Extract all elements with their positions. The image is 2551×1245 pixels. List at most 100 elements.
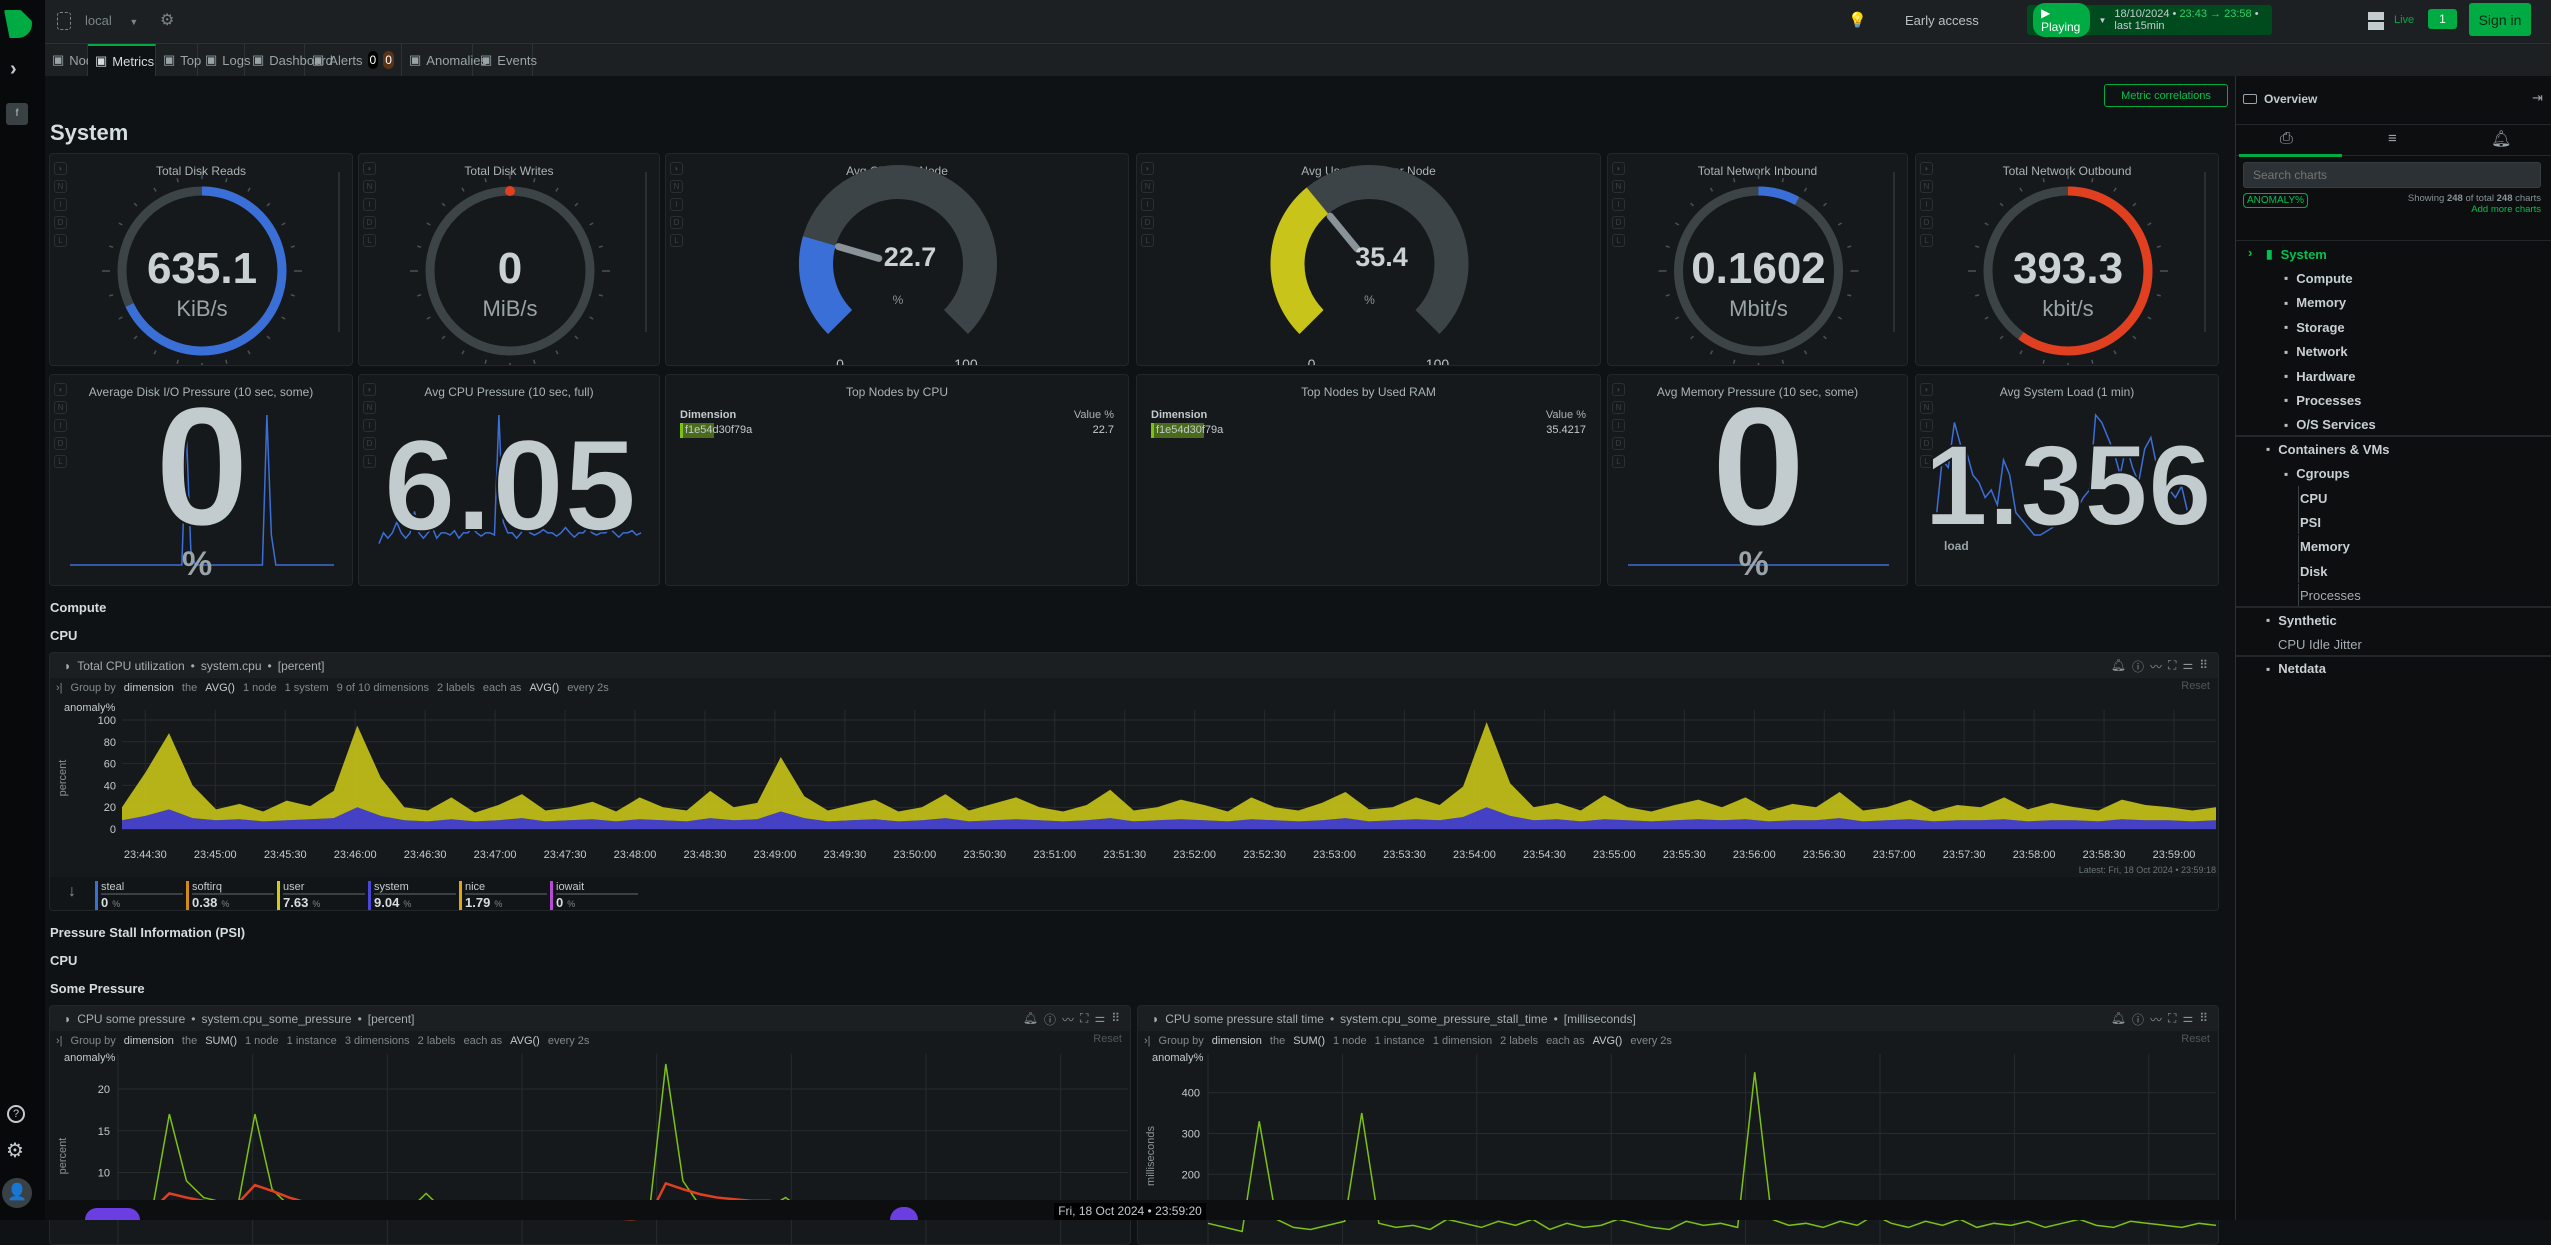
chevron-right-icon[interactable]: ›	[2248, 245, 2252, 260]
tab-alerts[interactable]: ▣ Alerts 0 0	[305, 44, 402, 76]
tree-label: Disk	[2300, 563, 2328, 579]
legend-value: 1.79	[465, 895, 491, 910]
tree-item-memory[interactable]: Memory	[2236, 535, 2551, 559]
live-count-badge[interactable]: 1	[2428, 9, 2457, 29]
tab-nodes[interactable]: ▣Nodes	[45, 44, 107, 76]
nodes-icon: ▣	[52, 52, 65, 67]
gauge-tick	[1709, 187, 1714, 192]
space-settings-icon[interactable]: ⚙	[160, 10, 174, 30]
legend-item-system[interactable]: system 9.04%	[368, 881, 456, 910]
warning-count-badge[interactable]: 0	[383, 51, 394, 69]
overview-title: Overview	[2264, 92, 2318, 106]
tab-dashboard[interactable]: ▣ Dashboard	[245, 44, 333, 76]
tree-item-system[interactable]: ▮ System	[2236, 242, 2551, 266]
tab-metrics[interactable]: ▣ Metrics	[88, 44, 156, 76]
y-tick-label: 100	[98, 715, 116, 727]
date-picker[interactable]: 18/10/2024 • 23:43 → 23:58 • last 15min	[2114, 8, 2272, 32]
bell-icon: ▣	[312, 52, 325, 67]
tree-item-network[interactable]: ▪ Network	[2236, 340, 2551, 364]
gauge-tick	[461, 187, 465, 192]
tree-item-cgroups[interactable]: ▪ Cgroups	[2236, 462, 2551, 486]
legend-value: 9.04	[374, 895, 400, 910]
tab-anomalies[interactable]: ▣ Anomalies	[402, 44, 487, 76]
legend-unit: %	[312, 899, 321, 909]
help-icon[interactable]: ?	[7, 1105, 25, 1123]
node-name[interactable]: f1e54d30f79a	[1156, 424, 1223, 436]
number-svg: 0%	[70, 375, 334, 583]
x-tick-label: 23:58:00	[2013, 849, 2056, 861]
gauge-unit: %	[893, 293, 904, 307]
collapse-panel-icon[interactable]: ⇥	[2532, 90, 2543, 106]
legend-item-user[interactable]: user 7.63%	[277, 881, 365, 910]
tab-logs[interactable]: ▣ Logs	[198, 44, 251, 76]
metric-correlations-button[interactable]: Metric correlations	[2104, 84, 2228, 107]
legend-item-steal[interactable]: steal 0%	[95, 881, 183, 910]
x-tick-label: 23:50:00	[893, 849, 936, 861]
to-time: 23:58	[2224, 8, 2252, 20]
legend-name: iowait	[556, 881, 638, 895]
sign-in-button[interactable]: Sign in	[2469, 3, 2531, 36]
anomaly-toggle[interactable]: ANOMALY%	[2243, 193, 2309, 208]
tree-item-hardware[interactable]: ▪ Hardware	[2236, 364, 2551, 388]
tree-item-psi[interactable]: PSI	[2236, 510, 2551, 534]
tree-item-compute[interactable]: ▪ Compute	[2236, 266, 2551, 290]
expand-sidebar-icon[interactable]: ›	[10, 58, 17, 81]
legend-item-nice[interactable]: nice 1.79%	[459, 881, 547, 910]
netdata-logo[interactable]	[4, 10, 32, 38]
cpu-chart-svg: 0 20 40 60 80 100 23:44:30 23:45:00 23:45:30 23:4…	[57, 710, 2216, 875]
legend-value: 0.38	[192, 895, 218, 910]
node-value: 22.7	[1092, 424, 1114, 436]
gauge-svg: 635.1 KiB/s	[102, 171, 302, 365]
space-selector[interactable]: local ▼	[85, 13, 138, 28]
x-tick-label: 23:59:00	[2153, 849, 2196, 861]
main-content: System Metric correlations Compute CPU ◗…	[45, 76, 2235, 1245]
tree-item-synthetic[interactable]: ▪ Synthetic	[2236, 608, 2551, 632]
search-charts-input[interactable]	[2243, 162, 2541, 188]
gauge-tick	[1690, 202, 1694, 207]
tree-item-cpu-idle-jitter[interactable]: CPU Idle Jitter	[2236, 632, 2551, 656]
playing-label: Playing	[2041, 20, 2081, 34]
alerts-tab-icon[interactable]: 🔔︎	[2491, 129, 2511, 149]
tree-item-processes[interactable]: ▪ Processes	[2236, 388, 2551, 412]
tab-events[interactable]: ▣ Events	[473, 44, 537, 76]
gauge-tick	[426, 222, 431, 226]
tree-item-o-s-services[interactable]: ▪ O/S Services	[2236, 413, 2551, 437]
tree-item-memory[interactable]: ▪ Memory	[2236, 291, 2551, 315]
sort-arrow-icon[interactable]: ↓	[68, 883, 76, 901]
add-more-charts-link[interactable]: Add more charts	[2471, 204, 2541, 215]
settings-icon[interactable]: ⚙	[6, 1138, 24, 1163]
filter-tab-icon[interactable]: ≡	[2388, 130, 2397, 147]
early-access-link[interactable]: Early access	[1905, 13, 1979, 28]
user-avatar[interactable]: 👤	[2, 1178, 32, 1208]
network-icon: ▪	[2284, 344, 2289, 359]
tree-item-disk[interactable]: Disk	[2236, 559, 2551, 583]
tree-item-storage[interactable]: ▪ Storage	[2236, 315, 2551, 339]
x-tick-label: 23:53:30	[1383, 849, 1426, 861]
tree-item-processes[interactable]: Processes	[2236, 584, 2551, 608]
playback-chevron-icon[interactable]: ▼	[2098, 16, 2106, 25]
gauge-fill	[1270, 187, 1329, 334]
tree-item-netdata[interactable]: ▪ Netdata	[2236, 657, 2551, 681]
tree-label: Cgroups	[2296, 466, 2350, 482]
nodes-icon[interactable]	[2368, 12, 2384, 30]
y-tick-label: 40	[104, 780, 116, 792]
playing-button[interactable]: ▶ Playing	[2033, 3, 2091, 37]
from-time: 23:43	[2179, 8, 2207, 20]
legend-item-softirq[interactable]: softirq 0.38%	[186, 881, 274, 910]
node-name[interactable]: f1e54d30f79a	[685, 424, 752, 436]
shown-count: 248	[2446, 193, 2463, 204]
tab-top[interactable]: ▣ Top	[156, 44, 201, 76]
gauge-tick	[426, 316, 431, 320]
tree-item-containers-vms[interactable]: ▪ Containers & VMs	[2236, 437, 2551, 461]
gauge-tick	[1781, 178, 1785, 183]
hardware-icon: ▪	[2284, 369, 2289, 383]
space-avatar[interactable]: f	[6, 103, 28, 125]
gauge-svg: 393.3 kbit/s	[1968, 171, 2168, 365]
legend-value-wrap: 7.63%	[283, 895, 365, 910]
tree-item-cpu[interactable]: CPU	[2236, 486, 2551, 510]
charts-tab-icon[interactable]: ⎙	[2280, 130, 2293, 148]
gauge-tick	[2113, 187, 2117, 192]
legend-item-iowait[interactable]: iowait 0%	[550, 881, 638, 910]
gauge-tick	[266, 202, 271, 207]
critical-count-badge[interactable]: 0	[367, 51, 379, 69]
